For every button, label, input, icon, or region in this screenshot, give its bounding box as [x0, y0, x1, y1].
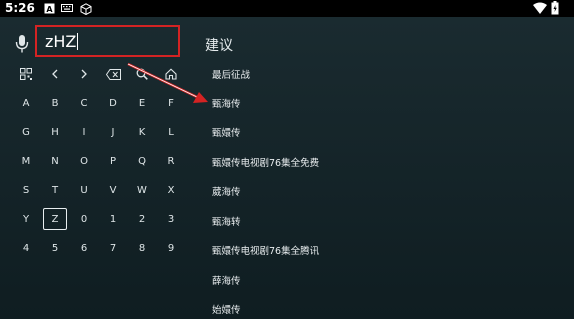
key-q[interactable]: Q	[130, 150, 154, 172]
key-6[interactable]: 6	[72, 237, 96, 259]
status-bar: 5:26 A	[0, 0, 574, 17]
key-t[interactable]: T	[43, 179, 67, 201]
key-m[interactable]: M	[14, 150, 38, 172]
key-j[interactable]: J	[101, 121, 125, 143]
key-d[interactable]: D	[101, 92, 125, 114]
search-query: zHZ	[45, 32, 79, 51]
key-r[interactable]: R	[159, 150, 183, 172]
key-u[interactable]: U	[72, 179, 96, 201]
suggestion-item[interactable]: 始嬛传	[212, 302, 241, 316]
key-f[interactable]: F	[159, 92, 183, 114]
key-z[interactable]: Z	[43, 208, 67, 230]
key-i[interactable]: I	[72, 121, 96, 143]
key-0[interactable]: 0	[72, 208, 96, 230]
text-caret	[77, 33, 79, 50]
key-a[interactable]: A	[14, 92, 38, 114]
key-k[interactable]: K	[130, 121, 154, 143]
search-input[interactable]: zHZ	[35, 25, 180, 57]
suggestion-item[interactable]: 薛海传	[212, 273, 241, 287]
cube-icon	[80, 3, 92, 15]
key-p[interactable]: P	[101, 150, 125, 172]
key-s[interactable]: S	[14, 179, 38, 201]
suggestion-item[interactable]: 甄海转	[212, 214, 241, 228]
key-h[interactable]: H	[43, 121, 67, 143]
key-l[interactable]: L	[159, 121, 183, 143]
key-n[interactable]: N	[43, 150, 67, 172]
suggestion-item[interactable]: 甄嬛传	[212, 125, 241, 139]
key-5[interactable]: 5	[43, 237, 67, 259]
key-w[interactable]: W	[130, 179, 154, 201]
suggestion-item[interactable]: 甄海传	[212, 96, 241, 110]
key-g[interactable]: G	[14, 121, 38, 143]
key-x[interactable]: X	[159, 179, 183, 201]
home-icon[interactable]	[159, 63, 183, 85]
key-y[interactable]: Y	[14, 208, 38, 230]
key-2[interactable]: 2	[130, 208, 154, 230]
right-arrow-icon[interactable]	[72, 63, 96, 85]
qr-code-icon[interactable]	[14, 63, 38, 85]
key-e[interactable]: E	[130, 92, 154, 114]
status-time: 5:26	[5, 1, 35, 15]
key-4[interactable]: 4	[14, 237, 38, 259]
microphone-icon[interactable]	[15, 34, 29, 54]
key-7[interactable]: 7	[101, 237, 125, 259]
battery-icon	[551, 1, 559, 15]
key-3[interactable]: 3	[159, 208, 183, 230]
key-1[interactable]: 1	[101, 208, 125, 230]
suggestions-title: 建议	[205, 38, 233, 54]
suggestion-item[interactable]: 甄嬛传电视剧76集全腾讯	[212, 243, 319, 257]
suggestion-item[interactable]: 葳海传	[212, 184, 241, 198]
a-box-icon: A	[44, 3, 55, 14]
key-8[interactable]: 8	[130, 237, 154, 259]
key-c[interactable]: C	[72, 92, 96, 114]
left-arrow-icon[interactable]	[43, 63, 67, 85]
backspace-icon[interactable]	[101, 63, 125, 85]
suggestion-item[interactable]: 甄嬛传电视剧76集全免费	[212, 155, 319, 169]
svg-text:A: A	[46, 5, 53, 14]
wifi-icon	[533, 2, 547, 14]
key-v[interactable]: V	[101, 179, 125, 201]
search-icon[interactable]	[130, 63, 154, 85]
key-b[interactable]: B	[43, 92, 67, 114]
keyboard-icon	[61, 4, 73, 12]
key-9[interactable]: 9	[159, 237, 183, 259]
key-o[interactable]: O	[72, 150, 96, 172]
suggestion-item[interactable]: 最后征战	[212, 67, 250, 81]
